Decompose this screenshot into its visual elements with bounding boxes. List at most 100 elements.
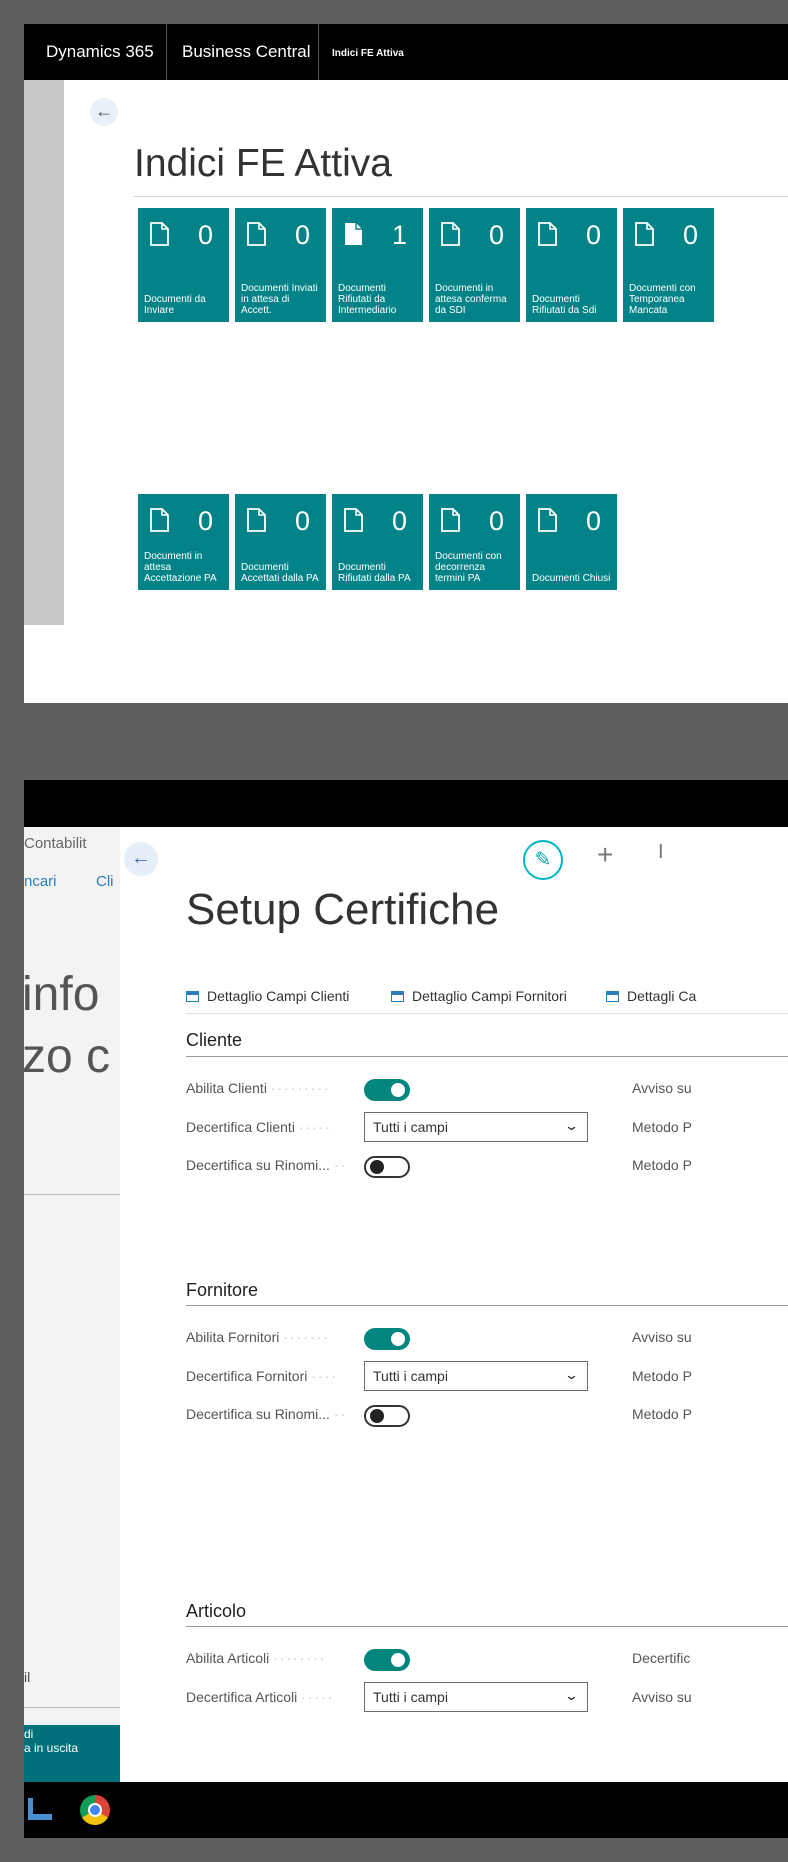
decertifica-rinomina-fornitori-toggle[interactable] — [364, 1405, 410, 1427]
abilita-clienti-toggle[interactable] — [364, 1079, 410, 1101]
kpi-tile[interactable]: 0 Documenti con decorrenza termini PA — [429, 494, 520, 590]
field-label-abilita-clienti: Abilita Clienti ········· — [186, 1080, 356, 1096]
document-icon — [538, 222, 557, 246]
indici-fe-attiva-window: Dynamics 365 Business Central Indici FE … — [24, 24, 788, 703]
background-heading-line1: info — [24, 968, 100, 1021]
top-navigation-bar — [24, 780, 788, 827]
delete-icon[interactable]: I — [658, 841, 664, 864]
action-label: Dettaglio Campi Fornitori — [412, 988, 567, 1004]
kpi-tile[interactable]: 0 Documenti in attesa Accettazione PA — [138, 494, 229, 590]
kpi-tile[interactable]: 0 Documenti in attesa conferma da SDI — [429, 208, 520, 322]
title-divider — [134, 196, 788, 197]
file-explorer-icon[interactable] — [28, 1798, 56, 1822]
divider — [24, 1707, 120, 1708]
field-label-decertifica-clienti: Decertifica Clienti ····· — [186, 1119, 356, 1135]
kpi-tile[interactable]: 1 Documenti Rifiutati da Intermediario — [332, 208, 423, 322]
section-divider — [186, 1305, 788, 1306]
tile-count: 0 — [295, 220, 311, 250]
action-bar: Dettaglio Campi Clienti Dettaglio Campi … — [186, 982, 788, 1012]
label-text: Decertifica Clienti — [186, 1119, 295, 1135]
chevron-down-icon: ⌄ — [563, 1367, 580, 1382]
select-value: Tutti i campi — [373, 1119, 448, 1135]
edit-pencil-icon[interactable]: ✎ — [523, 840, 563, 880]
decertifica-articoli-select[interactable]: Tutti i campi ⌄ — [364, 1682, 588, 1712]
back-arrow-icon[interactable]: ← — [124, 842, 158, 876]
abilita-articoli-toggle[interactable] — [364, 1649, 410, 1671]
background-field-label: il — [24, 1669, 31, 1685]
tile-count: 0 — [489, 220, 505, 250]
new-plus-icon[interactable]: + — [597, 839, 613, 871]
kpi-tile[interactable]: 0 Documenti Chiusi — [526, 494, 617, 590]
leader-dots: ·· — [333, 1406, 348, 1422]
kpi-tile[interactable]: 0 Documenti da Inviare — [138, 208, 229, 322]
tile-label: Documenti da Inviare — [144, 294, 206, 316]
kpi-tile[interactable]: 0 Documenti Accettati dalla PA — [235, 494, 326, 590]
label-text: Decertifica su Rinomi... — [186, 1157, 330, 1173]
table-icon — [391, 991, 404, 1002]
section-divider — [186, 1626, 788, 1627]
product-name[interactable]: Dynamics 365 — [46, 42, 154, 62]
document-icon — [441, 222, 460, 246]
decertifica-clienti-select[interactable]: Tutti i campi ⌄ — [364, 1112, 588, 1142]
kpi-tile[interactable]: 0 Documenti con Temporanea Mancata — [623, 208, 714, 322]
label-text: Decertifica Articoli — [186, 1689, 298, 1705]
tile-label: Documenti con Temporanea Mancata — [629, 283, 696, 316]
page-title: Indici FE Attiva — [134, 142, 392, 185]
app-name[interactable]: Business Central — [182, 42, 311, 62]
document-icon — [538, 508, 557, 532]
section-divider — [186, 1056, 788, 1057]
divider — [318, 24, 319, 80]
leader-dots: ····· — [298, 1119, 333, 1135]
kpi-tile[interactable]: 0 Documenti Rifiutati dalla PA — [332, 494, 423, 590]
document-icon — [635, 222, 654, 246]
field-label-decertifica-rinomina-fornitori: Decertifica su Rinomi... ·· — [186, 1406, 356, 1422]
leader-dots: ········ — [273, 1650, 327, 1666]
select-value: Tutti i campi — [373, 1689, 448, 1705]
chevron-down-icon: ⌄ — [563, 1688, 580, 1703]
tile-count: 0 — [683, 220, 699, 250]
abilita-fornitori-toggle[interactable] — [364, 1328, 410, 1350]
top-navigation-bar: Dynamics 365 Business Central Indici FE … — [24, 24, 788, 80]
chrome-icon[interactable] — [80, 1795, 110, 1825]
field-label-metodo: Metodo P — [632, 1157, 692, 1173]
setup-card: ← ✎ + I Setup Certifiche Dettaglio Campi… — [120, 827, 788, 1782]
field-label-metodo: Metodo P — [632, 1368, 692, 1384]
section-header-cliente[interactable]: Cliente — [186, 1030, 242, 1051]
kpi-tile[interactable]: 0 Documenti Rifiutati da Sdi — [526, 208, 617, 322]
tile-label: Documenti Chiusi — [532, 573, 611, 584]
chevron-down-icon: ⌄ — [563, 1118, 580, 1133]
decertifica-fornitori-select[interactable]: Tutti i campi ⌄ — [364, 1361, 588, 1391]
label-text: Abilita Fornitori — [186, 1329, 280, 1345]
table-icon — [186, 991, 199, 1002]
decertifica-rinomina-clienti-toggle[interactable] — [364, 1156, 410, 1178]
left-panel — [24, 80, 64, 625]
tile-count: 0 — [586, 220, 602, 250]
action-dettagli-campi[interactable]: Dettagli Ca — [606, 988, 696, 1004]
divider — [24, 1194, 120, 1195]
document-icon — [150, 222, 169, 246]
field-label-abilita-articoli: Abilita Articoli ········ — [186, 1650, 356, 1666]
setup-certifiche-window: Contabilit ncari Cli info zo c il di a i… — [24, 780, 788, 1838]
background-page-sidebar: Contabilit ncari Cli info zo c il di a i… — [24, 827, 120, 1782]
kpi-tile[interactable]: 0 Documenti Inviati in attesa di Accett. — [235, 208, 326, 322]
divider — [166, 24, 167, 80]
section-header-fornitore[interactable]: Fornitore — [186, 1280, 258, 1301]
action-dettaglio-campi-fornitori[interactable]: Dettaglio Campi Fornitori — [391, 988, 567, 1004]
nav-item-clienti[interactable]: Cli — [96, 873, 114, 890]
nav-item-contabilita[interactable]: Contabilit — [24, 835, 87, 852]
table-icon — [606, 991, 619, 1002]
background-tile[interactable]: di a in uscita — [24, 1725, 120, 1782]
tile-label: Documenti in attesa conferma da SDI — [435, 283, 507, 316]
background-heading-line2: zo c — [24, 1030, 111, 1083]
toggle-knob — [370, 1409, 384, 1423]
tile-count: 0 — [489, 506, 505, 536]
tile-count: 1 — [392, 220, 408, 250]
nav-item-bancari[interactable]: ncari — [24, 873, 57, 890]
action-dettaglio-campi-clienti[interactable]: Dettaglio Campi Clienti — [186, 988, 349, 1004]
document-icon — [441, 508, 460, 532]
section-header-articolo[interactable]: Articolo — [186, 1601, 246, 1622]
back-arrow-icon[interactable]: ← — [90, 98, 118, 126]
field-label-decertifica-rinomina-clienti: Decertifica su Rinomi... ·· — [186, 1157, 356, 1173]
leader-dots: ·· — [333, 1157, 348, 1173]
tile-count: 0 — [586, 506, 602, 536]
